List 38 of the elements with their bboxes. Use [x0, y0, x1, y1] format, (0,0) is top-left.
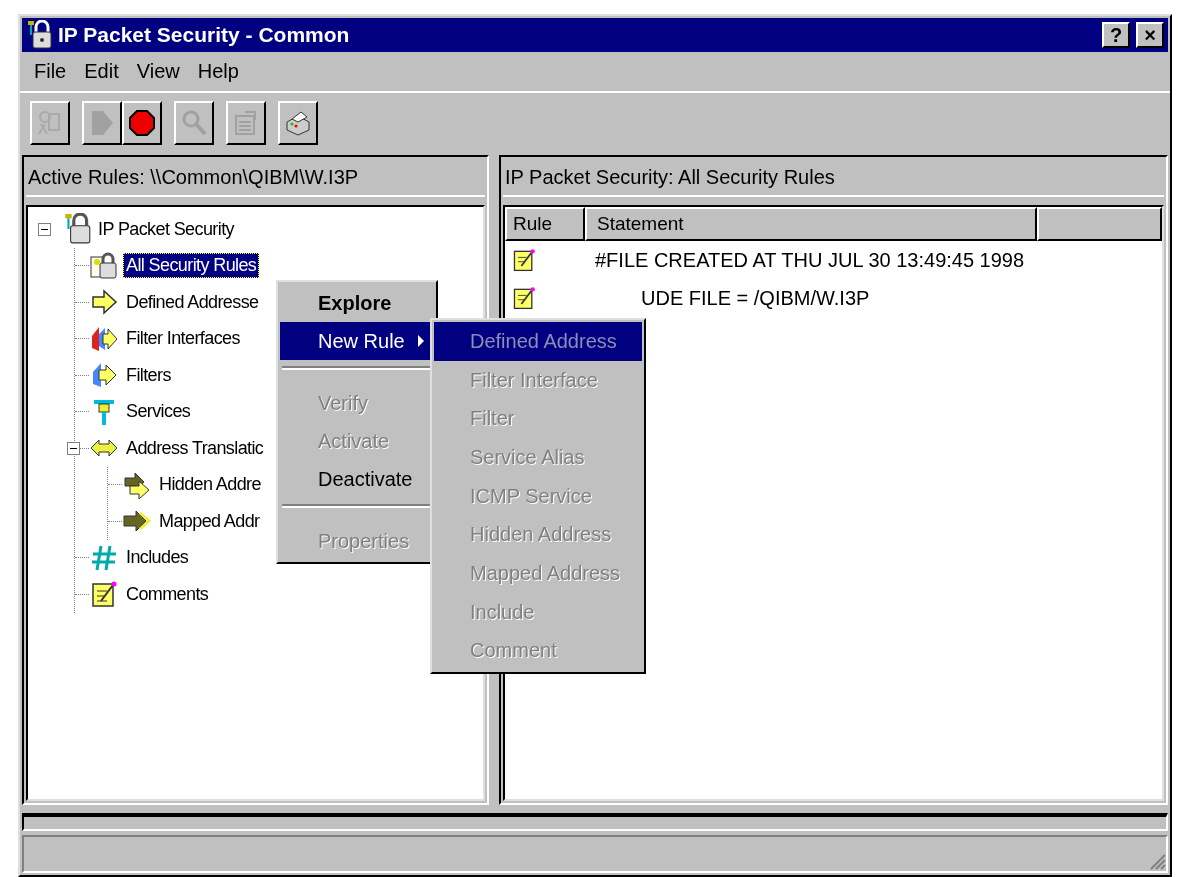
collapse-icon[interactable] [67, 441, 80, 455]
menu-item[interactable]: Edit [78, 60, 125, 83]
stop-icon [127, 108, 157, 138]
pane-header: Active Rules: \\Common\QIBM\W.I3P [26, 159, 485, 197]
close-button[interactable]: × [1136, 22, 1164, 48]
tree-item[interactable]: IP Packet Security [95, 216, 237, 242]
table-cell-text: UDE FILE = /QIBM/W.I3P [640, 286, 870, 310]
padlock-icon [26, 20, 52, 50]
tree-item[interactable]: Services [123, 399, 194, 425]
notepad-icon [511, 284, 537, 312]
stop-button[interactable] [122, 101, 162, 145]
resize-grip-icon[interactable] [1148, 852, 1166, 870]
column-header[interactable]: Statement [585, 207, 1037, 241]
collapse-icon[interactable] [38, 222, 51, 236]
pane-header: IP Packet Security: All Security Rules [503, 159, 1164, 197]
tree-item[interactable]: Filter Interfaces [123, 326, 243, 352]
tree-item[interactable]: Includes [123, 545, 192, 571]
table-cell-text: #FILE CREATED AT THU JUL 30 13:49:45 1998 [594, 248, 1025, 272]
tree-item[interactable]: Address Translatic [123, 435, 267, 461]
column-header[interactable]: Rule [505, 207, 585, 241]
tree-item[interactable]: Filters [123, 362, 174, 388]
tree-item[interactable]: Comments [123, 581, 212, 607]
menu-item[interactable]: File [28, 60, 73, 83]
tree-item[interactable]: All Security Rules [123, 253, 260, 279]
padlock-icon [63, 213, 91, 246]
window-title: IP Packet Security - Common [58, 23, 350, 47]
help-button[interactable]: ? [1102, 22, 1130, 48]
tree-item[interactable]: Mapped Addr [156, 508, 263, 534]
menu-item[interactable]: Explore [280, 284, 434, 322]
tree-item[interactable]: Hidden Addre [156, 472, 264, 498]
menu-item[interactable]: Deactivate [280, 460, 434, 498]
notepad-icon [89, 579, 119, 610]
menu-item[interactable]: View [130, 60, 186, 83]
notepad-icon [511, 246, 537, 274]
tree-item[interactable]: Defined Addresse [123, 289, 262, 315]
menu-item[interactable]: Help [191, 60, 245, 83]
padlock-icon [89, 250, 119, 281]
print-button[interactable] [278, 101, 318, 145]
